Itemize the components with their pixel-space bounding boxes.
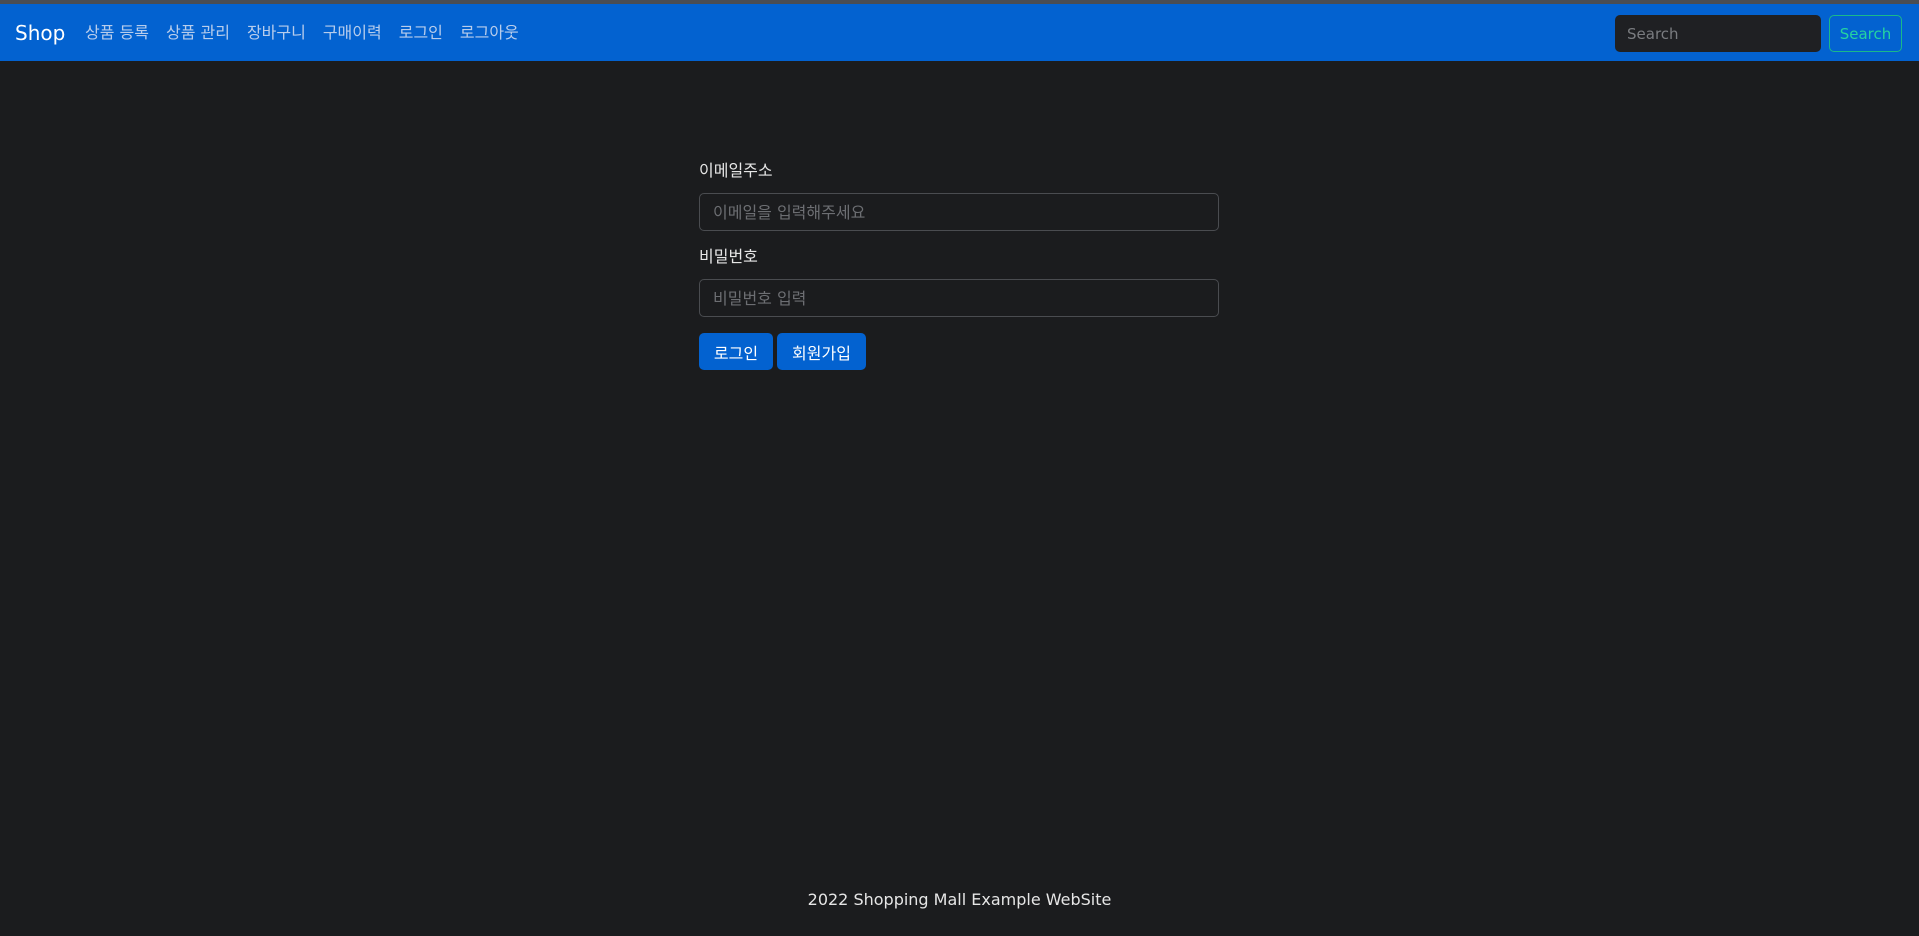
nav-links: 상품 등록 상품 관리 장바구니 구매이력 로그인 로그아웃 xyxy=(85,22,519,44)
footer-text: 2022 Shopping Mall Example WebSite xyxy=(807,890,1112,909)
nav-link-product-register[interactable]: 상품 등록 xyxy=(85,22,149,44)
nav-link-cart[interactable]: 장바구니 xyxy=(247,22,306,44)
password-label: 비밀번호 xyxy=(699,247,758,266)
nav-link-logout[interactable]: 로그아웃 xyxy=(460,22,519,44)
search-input[interactable] xyxy=(1615,15,1821,52)
search-button[interactable]: Search xyxy=(1829,15,1902,52)
nav-link-order-history[interactable]: 구매이력 xyxy=(323,22,382,44)
nav-link-product-manage[interactable]: 상품 관리 xyxy=(166,22,230,44)
signup-button[interactable]: 회원가입 xyxy=(777,333,866,370)
nav-link-login[interactable]: 로그인 xyxy=(399,22,443,44)
brand-link[interactable]: Shop xyxy=(15,21,65,45)
navbar: Shop 상품 등록 상품 관리 장바구니 구매이력 로그인 로그아웃 Sear… xyxy=(0,4,1919,61)
password-field[interactable] xyxy=(699,279,1219,317)
email-field[interactable] xyxy=(699,193,1219,231)
login-button[interactable]: 로그인 xyxy=(699,333,773,370)
email-label: 이메일주소 xyxy=(699,161,773,180)
